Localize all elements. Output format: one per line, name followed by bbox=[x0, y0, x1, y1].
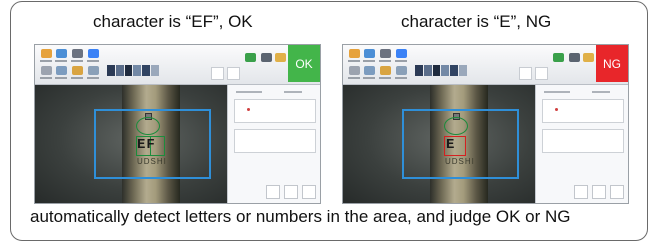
run-icon[interactable] bbox=[553, 53, 564, 62]
folder-icon[interactable] bbox=[275, 53, 286, 62]
app-toolbar: OK bbox=[35, 45, 320, 85]
tool-button[interactable] bbox=[535, 67, 548, 80]
stop-icon[interactable] bbox=[261, 53, 272, 62]
run-icon[interactable] bbox=[245, 53, 256, 62]
caption-ng: character is “E”, NG bbox=[401, 12, 552, 31]
camera-view: EF UDSHI bbox=[35, 85, 227, 203]
result-field bbox=[234, 99, 316, 123]
save-icon[interactable] bbox=[364, 49, 375, 58]
tool-icon[interactable] bbox=[364, 66, 375, 75]
settings-icon[interactable] bbox=[88, 49, 99, 58]
footer-caption: automatically detect letters or numbers … bbox=[30, 207, 571, 226]
open-icon[interactable] bbox=[349, 49, 360, 58]
result-field bbox=[542, 129, 624, 153]
result-panel bbox=[535, 85, 628, 203]
tool-button[interactable] bbox=[211, 67, 224, 80]
folder-icon[interactable] bbox=[583, 53, 594, 62]
panel-button[interactable] bbox=[266, 185, 280, 199]
part-engraving: UDSHI bbox=[137, 157, 167, 166]
camera-icon[interactable] bbox=[72, 49, 83, 58]
result-field bbox=[234, 129, 316, 153]
verdict-badge: NG bbox=[596, 45, 628, 82]
thumbnail-strip[interactable] bbox=[107, 65, 159, 76]
ocr-result-text: E bbox=[446, 137, 456, 153]
tool-button[interactable] bbox=[227, 67, 240, 80]
locator-circle bbox=[444, 117, 468, 135]
panel-button[interactable] bbox=[284, 185, 298, 199]
caption-ok: character is “EF”, OK bbox=[93, 12, 253, 31]
tool-icon[interactable] bbox=[396, 66, 407, 75]
panel-button[interactable] bbox=[610, 185, 624, 199]
screenshot-ok: OK EF UDSHI bbox=[34, 44, 321, 204]
app-toolbar: NG bbox=[343, 45, 628, 85]
panel-button[interactable] bbox=[574, 185, 588, 199]
settings-icon[interactable] bbox=[396, 49, 407, 58]
tool-icon[interactable] bbox=[41, 66, 52, 75]
tool-icon[interactable] bbox=[349, 66, 360, 75]
result-panel bbox=[227, 85, 320, 203]
camera-icon[interactable] bbox=[380, 49, 391, 58]
panel-button[interactable] bbox=[302, 185, 316, 199]
tool-icon[interactable] bbox=[56, 66, 67, 75]
verdict-badge: OK bbox=[288, 45, 320, 82]
ocr-result-text: EF bbox=[137, 137, 156, 153]
part-engraving: UDSHI bbox=[445, 157, 475, 166]
tool-icon[interactable] bbox=[88, 66, 99, 75]
panel-button[interactable] bbox=[592, 185, 606, 199]
stop-icon[interactable] bbox=[569, 53, 580, 62]
save-icon[interactable] bbox=[56, 49, 67, 58]
result-field bbox=[542, 99, 624, 123]
tool-icon[interactable] bbox=[72, 66, 83, 75]
tool-button[interactable] bbox=[519, 67, 532, 80]
locator-circle bbox=[136, 117, 160, 135]
thumbnail-strip[interactable] bbox=[415, 65, 467, 76]
camera-view: E UDSHI bbox=[343, 85, 535, 203]
screenshot-ng: NG E UDSHI bbox=[342, 44, 629, 204]
tool-icon[interactable] bbox=[380, 66, 391, 75]
open-icon[interactable] bbox=[41, 49, 52, 58]
